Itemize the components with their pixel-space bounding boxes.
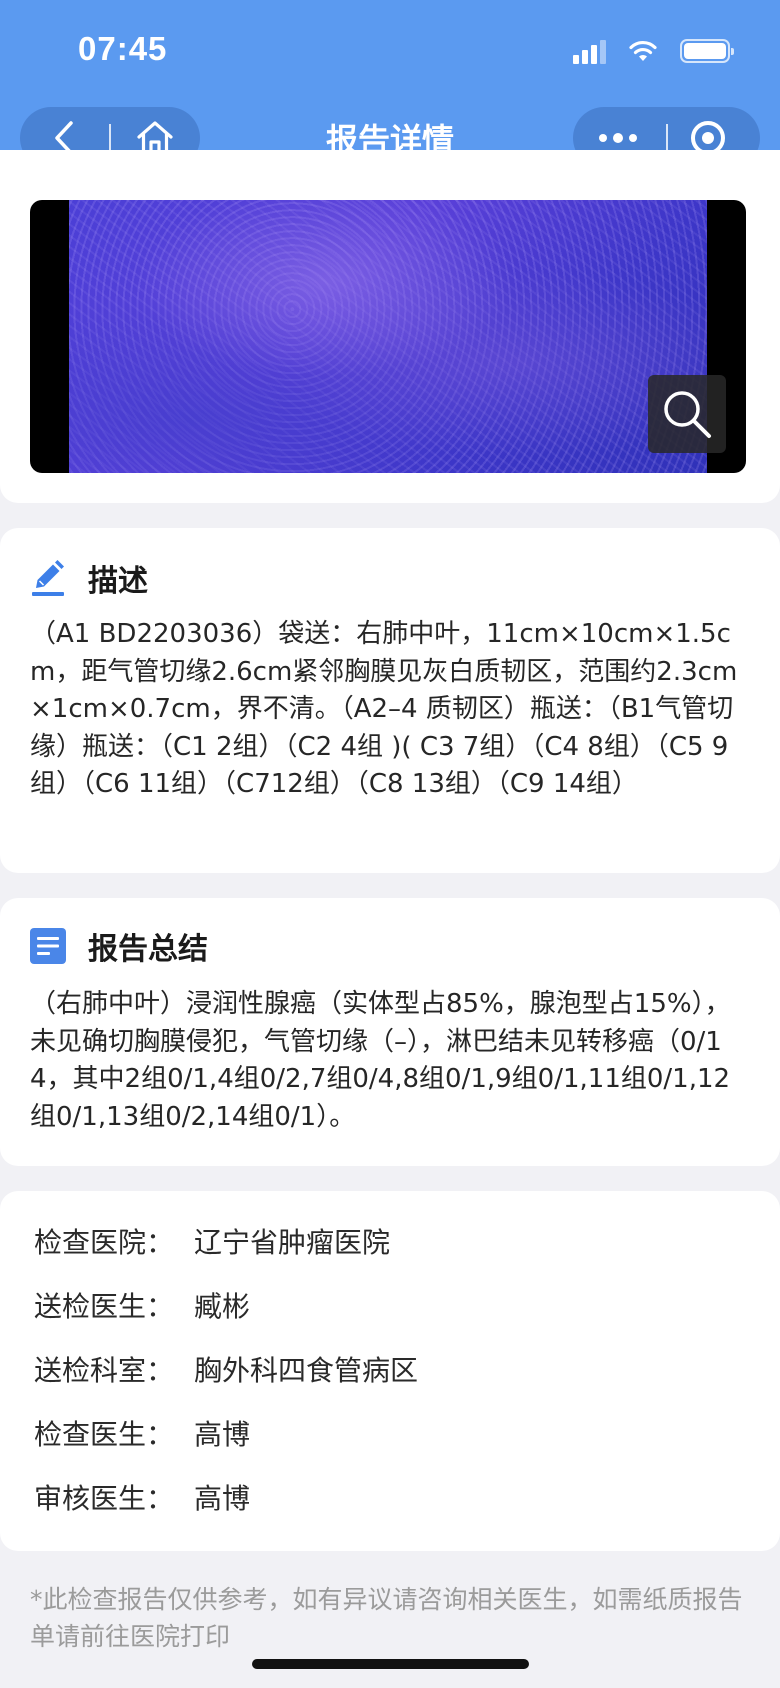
search-icon xyxy=(664,391,711,438)
info-label: 审核医生： xyxy=(34,1482,175,1515)
info-card: 检查医院： 辽宁省肿瘤医院 送检医生： 臧彬 送检科室： 胸外科四食管病区 检查… xyxy=(0,1191,780,1551)
pathology-slide-image[interactable] xyxy=(69,200,707,473)
info-row-examining-doctor: 检查医生： 高博 xyxy=(34,1413,250,1453)
zoom-button[interactable] xyxy=(648,375,726,453)
info-label: 检查医院： xyxy=(34,1226,175,1259)
battery-icon xyxy=(680,39,734,63)
pencil-icon xyxy=(32,560,64,596)
info-value: 辽宁省肿瘤医院 xyxy=(194,1226,391,1259)
summary-card: 报告总结 （右肺中叶）浸润性腺癌（实体型占85%，腺泡型占15%），未见确切胸膜… xyxy=(0,898,780,1166)
description-header: 描述 xyxy=(30,556,148,600)
summary-header: 报告总结 xyxy=(30,924,208,968)
nav-divider xyxy=(666,124,668,152)
info-row-referring-doctor: 送检医生： 臧彬 xyxy=(34,1285,250,1325)
info-row-reviewing-doctor: 审核医生： 高博 xyxy=(34,1477,250,1517)
summary-title: 报告总结 xyxy=(88,932,208,967)
summary-text: （右肺中叶）浸润性腺癌（实体型占85%，腺泡型占15%），未见确切胸膜侵犯，气管… xyxy=(30,989,731,1132)
description-title: 描述 xyxy=(88,564,148,599)
pathology-slide-frame[interactable] xyxy=(30,200,746,473)
signal-icon xyxy=(573,38,606,64)
disclaimer-text: *此检查报告仅供参考，如有异议请咨询相关医生，如需纸质报告单请前往医院打印 xyxy=(30,1585,743,1651)
info-value: 高博 xyxy=(194,1482,251,1515)
image-card xyxy=(0,150,780,503)
home-indicator[interactable] xyxy=(252,1659,529,1669)
info-label: 送检科室： xyxy=(34,1354,175,1387)
info-value: 高博 xyxy=(194,1418,251,1451)
info-value: 臧彬 xyxy=(194,1290,251,1323)
info-row-hospital: 检查医院： 辽宁省肿瘤医院 xyxy=(34,1221,390,1261)
description-text: （A1 BD2203036）袋送：右肺中叶，11cm×10cm×1.5cm，距气… xyxy=(30,619,738,799)
more-icon xyxy=(599,133,637,143)
info-label: 检查医生： xyxy=(34,1418,175,1451)
info-value: 胸外科四食管病区 xyxy=(194,1354,419,1387)
status-time: 07:45 xyxy=(78,30,168,67)
info-row-department: 送检科室： 胸外科四食管病区 xyxy=(34,1349,418,1389)
info-label: 送检医生： xyxy=(34,1290,175,1323)
status-icons xyxy=(573,36,734,66)
wifi-icon xyxy=(629,40,657,61)
description-card: 描述 （A1 BD2203036）袋送：右肺中叶，11cm×10cm×1.5cm… xyxy=(0,528,780,873)
document-list-icon xyxy=(30,928,66,964)
